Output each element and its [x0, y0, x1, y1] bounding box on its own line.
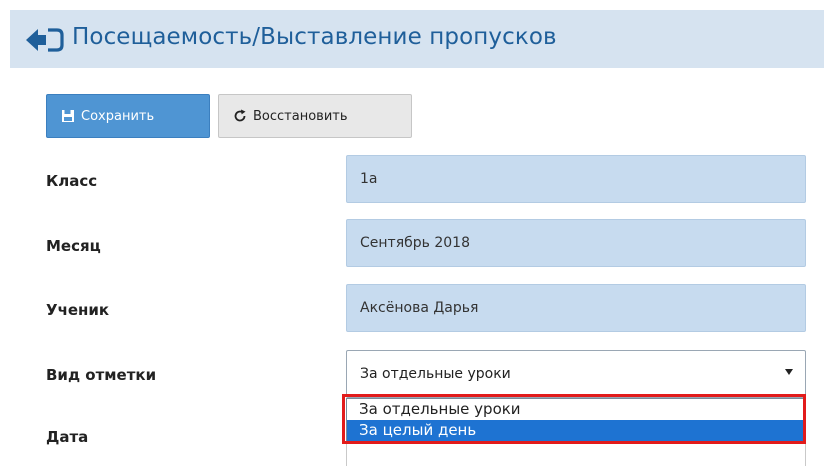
restore-button[interactable]: Восстановить — [218, 94, 412, 138]
student-label: Ученик — [46, 301, 110, 319]
date-label: Дата — [46, 428, 89, 446]
mark-type-label: Вид отметки — [46, 366, 157, 384]
mark-type-selected-value: За отдельные уроки — [360, 366, 511, 382]
refresh-icon — [233, 109, 247, 123]
chevron-down-icon[interactable] — [785, 369, 793, 375]
mark-type-dropdown: За отдельные уроки За целый день — [346, 398, 806, 442]
back-arrow-icon[interactable] — [24, 28, 64, 52]
dropdown-option-separate-lessons[interactable]: За отдельные уроки — [347, 399, 805, 420]
class-label: Класс — [46, 172, 98, 190]
mark-type-select[interactable]: За отдельные уроки — [346, 350, 806, 398]
save-button[interactable]: Сохранить — [46, 94, 210, 138]
month-label: Месяц — [46, 237, 101, 255]
month-field: Сентябрь 2018 — [346, 219, 806, 267]
dropdown-option-whole-day[interactable]: За целый день — [347, 420, 805, 441]
page-header: Посещаемость/Выставление пропусков — [10, 10, 824, 68]
restore-button-label: Восстановить — [253, 108, 348, 124]
student-field: Аксёнова Дарья — [346, 284, 806, 332]
page-title: Посещаемость/Выставление пропусков — [72, 24, 557, 50]
save-icon — [61, 109, 75, 123]
save-button-label: Сохранить — [81, 108, 155, 124]
class-field: 1а — [346, 155, 806, 203]
